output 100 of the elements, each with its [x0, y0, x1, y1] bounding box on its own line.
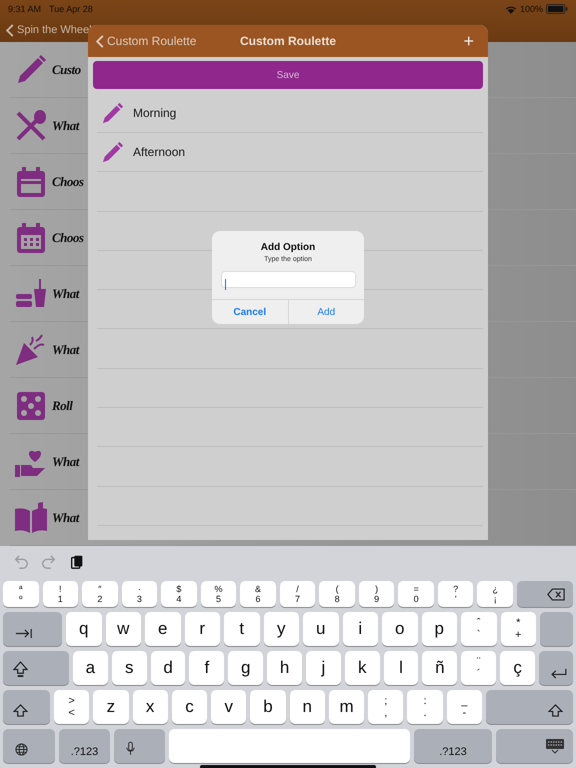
key[interactable]: w	[106, 612, 141, 646]
globe-key[interactable]	[3, 729, 55, 763]
key[interactable]: q	[66, 612, 102, 646]
shift-key[interactable]	[3, 690, 50, 724]
book-icon	[14, 500, 48, 534]
key[interactable]: r	[184, 612, 220, 646]
microphone-key[interactable]	[114, 729, 165, 763]
back-button[interactable]: Custom Roulette	[96, 34, 196, 48]
pencil-icon	[102, 102, 124, 124]
key[interactable]: z	[93, 690, 129, 724]
key[interactable]: l	[384, 651, 418, 685]
list-item-title[interactable]: What	[52, 342, 79, 358]
key[interactable]: > <	[54, 690, 90, 724]
key[interactable]: i	[342, 612, 378, 646]
list-item-title[interactable]: What	[52, 454, 79, 470]
space-bar[interactable]	[169, 729, 410, 763]
key[interactable]: ? '	[438, 581, 474, 607]
numbers-key[interactable]: .?123	[414, 729, 492, 763]
key[interactable]: _ -	[446, 690, 482, 724]
key[interactable]: ¨ ´	[461, 651, 496, 685]
key[interactable]: h	[267, 651, 302, 685]
pencil-icon	[102, 141, 124, 164]
key[interactable]: o	[382, 612, 418, 646]
paste-icon[interactable]	[69, 554, 85, 570]
key[interactable]: & 6	[240, 581, 276, 607]
key[interactable]: f	[189, 651, 224, 685]
sheet-title: Custom Roulette	[240, 34, 336, 48]
key[interactable]: ç	[500, 651, 535, 685]
key[interactable]: ( 8	[319, 581, 355, 607]
key[interactable]: g	[228, 651, 264, 685]
key[interactable]: % 5	[200, 581, 236, 607]
key[interactable]: n	[290, 690, 325, 724]
key[interactable]: t	[224, 612, 260, 646]
key[interactable]: p	[422, 612, 457, 646]
key[interactable]: e	[145, 612, 180, 646]
list-item-title[interactable]: What	[52, 510, 79, 526]
key[interactable]: / 7	[280, 581, 316, 607]
calendar-icon	[14, 220, 48, 254]
backspace-key[interactable]	[516, 581, 573, 607]
battery-icon	[546, 4, 568, 14]
list-item-title[interactable]: Custo	[52, 62, 81, 78]
option-label[interactable]: Morning	[133, 106, 176, 120]
key[interactable]: c	[172, 690, 208, 724]
globe-icon	[15, 743, 28, 756]
fork-spoon-icon	[14, 108, 48, 142]
key[interactable]: k	[344, 651, 380, 685]
keyboard-icon	[545, 738, 565, 754]
caps-lock-key[interactable]	[3, 651, 69, 685]
delete-icon	[546, 588, 565, 600]
key[interactable]: = 0	[398, 581, 434, 607]
list-item-title[interactable]: Roll	[52, 398, 72, 414]
tab-arrow-icon	[15, 628, 33, 639]
numbers-key[interactable]: .?123	[59, 729, 110, 763]
key[interactable]: $ 4	[161, 581, 197, 607]
caps-lock-icon	[13, 661, 28, 678]
list-item-title[interactable]: What	[52, 118, 79, 134]
status-time: 9:31 AM	[8, 4, 42, 14]
key[interactable]: ; ,	[368, 690, 404, 724]
list-item-title[interactable]: Choos	[52, 230, 84, 246]
add-button[interactable]: Add	[288, 300, 364, 324]
key[interactable]: b	[250, 690, 286, 724]
cancel-button[interactable]: Cancel	[212, 300, 288, 324]
key[interactable]: a	[73, 651, 108, 685]
list-item-title[interactable]: Choos	[52, 174, 84, 190]
return-key[interactable]	[538, 651, 573, 685]
key[interactable]: u	[303, 612, 338, 646]
key[interactable]: ) 9	[358, 581, 394, 607]
shift-icon	[548, 704, 563, 717]
hide-keyboard-key[interactable]	[496, 729, 573, 763]
key[interactable]: v	[211, 690, 246, 724]
key[interactable]: ¿ ¡	[477, 581, 513, 607]
key[interactable]: · 3	[122, 581, 158, 607]
key[interactable]: : .	[407, 690, 443, 724]
chevron-left-icon	[6, 24, 14, 36]
dialog-title: Add Option	[260, 242, 316, 253]
add-button[interactable]: +	[461, 32, 476, 50]
save-button[interactable]: Save	[93, 61, 483, 89]
chevron-left-icon	[96, 34, 104, 48]
key[interactable]: * +	[500, 612, 536, 646]
list-item-title[interactable]: What	[52, 286, 79, 302]
key[interactable]: j	[306, 651, 341, 685]
tab-key[interactable]	[3, 612, 62, 646]
key[interactable]: y	[264, 612, 299, 646]
key[interactable]: s	[112, 651, 147, 685]
battery-level: 100%	[520, 4, 543, 14]
key[interactable]: ª º	[3, 581, 39, 607]
text-field[interactable]	[220, 271, 356, 288]
status-date: Tue Apr 28	[49, 4, 93, 14]
shift-icon	[13, 704, 28, 717]
key[interactable]: ˆ `	[461, 612, 496, 646]
key[interactable]: ″ 2	[82, 581, 118, 607]
return-icon	[550, 668, 567, 679]
key[interactable]: ! 1	[42, 581, 78, 607]
key[interactable]: d	[150, 651, 186, 685]
option-label[interactable]: Afternoon	[133, 145, 186, 160]
key[interactable]: m	[328, 690, 364, 724]
key[interactable]: x	[132, 690, 168, 724]
calendar-icon	[14, 164, 48, 198]
wifi-icon	[504, 4, 517, 14]
key[interactable]: ñ	[422, 651, 458, 685]
